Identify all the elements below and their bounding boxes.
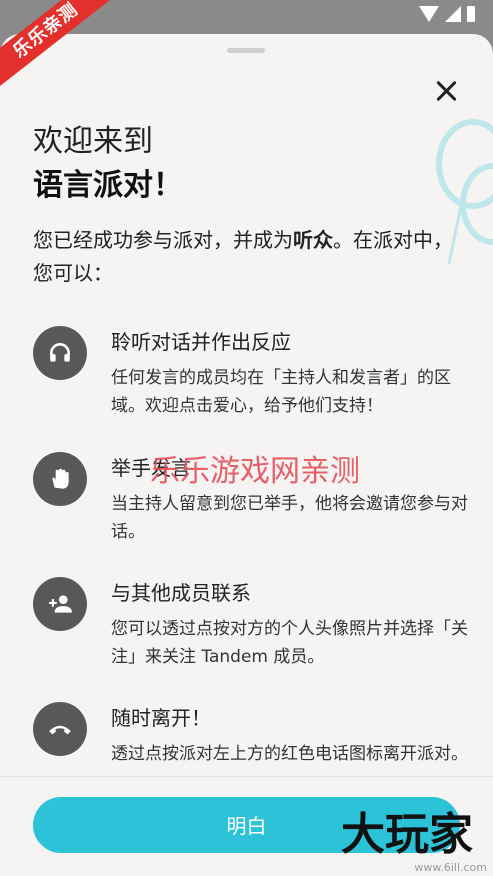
close-icon[interactable]: [433, 78, 459, 104]
raised-hand-icon: [33, 452, 87, 506]
battery-icon: [467, 6, 475, 22]
status-icons: [419, 6, 475, 22]
drag-handle[interactable]: [227, 48, 265, 53]
feature-desc: 您可以透过点按对方的个人头像照片并选择「关注」来关注 Tandem 成员。: [111, 619, 468, 667]
feature-desc: 任何发言的成员均在「主持人和发言者」的区域。欢迎点击爱心，给予他们支持！: [111, 368, 451, 416]
intro-bold: 听众: [293, 228, 333, 252]
feature-desc: 透过点按派对左上方的红色电话图标离开派对。: [111, 744, 468, 764]
feature-title: 随时离开！: [111, 706, 211, 730]
intro-pre: 您已经成功参与派对，并成为: [33, 228, 293, 252]
watermark-url: www.6ill.com: [414, 861, 487, 874]
watermark-logo: 大玩家: [341, 809, 473, 860]
headphones-icon: [33, 326, 87, 380]
watermark-red: 乐乐游戏网亲测: [150, 454, 360, 489]
wifi-icon: [419, 6, 439, 22]
intro-text: 您已经成功参与派对，并成为听众。在派对中，您可以：: [33, 224, 463, 290]
feature-title: 与其他成员联系: [111, 581, 251, 605]
feature-desc: 当主持人留意到您已举手，他将会邀请您参与对话。: [111, 494, 468, 542]
feature-title: 聆听对话并作出反应: [111, 330, 291, 354]
title-line-2: 语言派对！: [33, 168, 183, 203]
title-line-1: 欢迎来到: [33, 124, 153, 159]
add-person-icon: [33, 577, 87, 631]
signal-icon: [445, 6, 461, 22]
welcome-sheet: 欢迎来到 语言派对！ 您已经成功参与派对，并成为听众。在派对中，您可以： 聆听对…: [0, 34, 493, 876]
hang-up-phone-icon: [33, 702, 87, 756]
